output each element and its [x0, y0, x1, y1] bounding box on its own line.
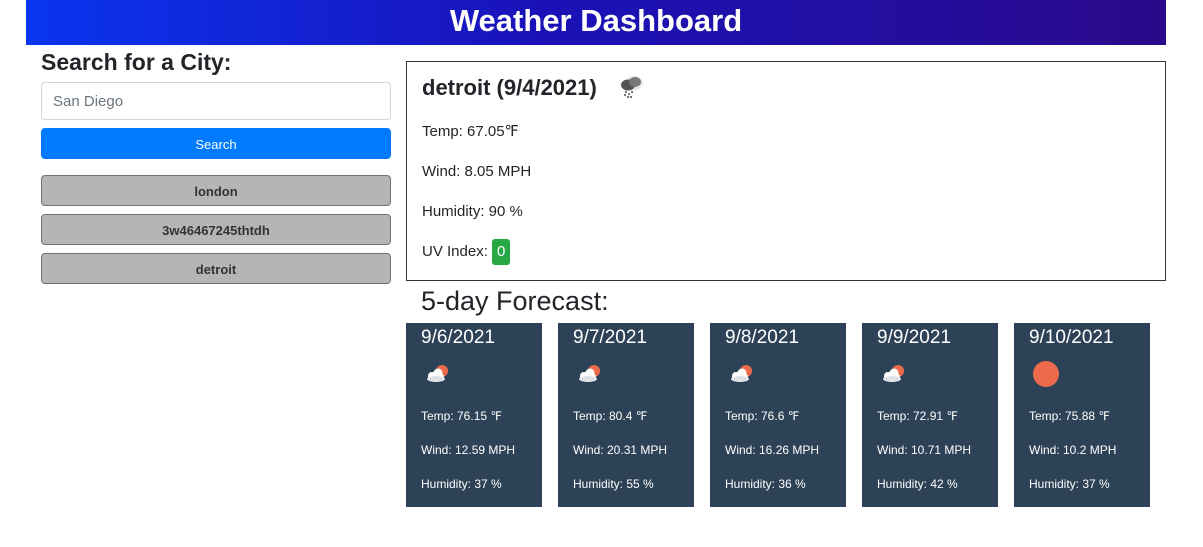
forecast-wind: Wind: 16.26 MPH [725, 443, 820, 457]
partly-cloudy-icon [421, 362, 455, 391]
uv-label: UV Index: [422, 243, 488, 260]
forecast-temp: Temp: 72.91 ℉ [877, 409, 958, 423]
forecast-date: 9/7/2021 [573, 327, 647, 348]
forecast-humidity: Humidity: 36 % [725, 477, 806, 491]
forecast-date: 9/10/2021 [1029, 327, 1114, 348]
forecast-humidity: Humidity: 37 % [1029, 477, 1110, 491]
search-history-list: london 3w46467245thtdh detroit [41, 175, 391, 284]
forecast-temp: Temp: 75.88 ℉ [1029, 409, 1110, 423]
cloud-rain-icon [617, 73, 647, 103]
forecast-wind: Wind: 10.2 MPH [1029, 443, 1117, 457]
current-weather-panel: detroit (9/4/2021) Temp: 67.05℉ Wind: 8.… [406, 61, 1166, 281]
uv-index-badge: 0 [492, 239, 511, 266]
forecast-humidity: Humidity: 37 % [421, 477, 502, 491]
forecast-date: 9/9/2021 [877, 327, 951, 348]
city-search-input[interactable] [41, 82, 391, 120]
forecast-row: 9/6/2021 Temp: 76.15 ℉ Wind: 12.59 MPH H… [406, 323, 1150, 507]
forecast-card: 9/6/2021 Temp: 76.15 ℉ Wind: 12.59 MPH H… [406, 323, 542, 507]
search-sidebar: Search for a City: Search london 3w46467… [41, 47, 391, 292]
forecast-date: 9/8/2021 [725, 327, 799, 348]
sun-icon [1029, 359, 1063, 394]
forecast-heading: 5-day Forecast: [421, 286, 609, 316]
forecast-card: 9/10/2021 Temp: 75.88 ℉ Wind: 10.2 MPH H… [1014, 323, 1150, 507]
history-button-detroit[interactable]: detroit [41, 253, 391, 284]
current-city-title: detroit (9/4/2021) [422, 75, 597, 100]
history-button-3w46467245thtdh[interactable]: 3w46467245thtdh [41, 214, 391, 245]
current-wind: Wind: 8.05 MPH [422, 163, 532, 180]
partly-cloudy-icon [573, 362, 607, 391]
forecast-date: 9/6/2021 [421, 327, 495, 348]
forecast-card: 9/8/2021 Temp: 76.6 ℉ Wind: 16.26 MPH Hu… [710, 323, 846, 507]
forecast-wind: Wind: 12.59 MPH [421, 443, 516, 457]
page-title: Weather Dashboard [449, 3, 743, 38]
search-heading: Search for a City: [41, 49, 232, 75]
search-button[interactable]: Search [41, 128, 391, 159]
forecast-card: 9/7/2021 Temp: 80.4 ℉ Wind: 20.31 MPH Hu… [558, 323, 694, 507]
forecast-wind: Wind: 10.71 MPH [877, 443, 972, 457]
forecast-temp: Temp: 80.4 ℉ [573, 409, 648, 423]
forecast-humidity: Humidity: 42 % [877, 477, 958, 491]
forecast-temp: Temp: 76.15 ℉ [421, 409, 502, 423]
partly-cloudy-icon [877, 362, 911, 391]
current-title-row: detroit (9/4/2021) [422, 64, 1150, 112]
current-temp: Temp: 67.05℉ [422, 123, 519, 140]
forecast-wind: Wind: 20.31 MPH [573, 443, 668, 457]
history-button-london[interactable]: london [41, 175, 391, 206]
partly-cloudy-icon [725, 362, 759, 391]
forecast-temp: Temp: 76.6 ℉ [725, 409, 800, 423]
current-humidity: Humidity: 90 % [422, 203, 523, 220]
page-header: Weather Dashboard [26, 0, 1166, 45]
forecast-humidity: Humidity: 55 % [573, 477, 654, 491]
current-uv-row: UV Index: 0 [422, 232, 1150, 272]
forecast-card: 9/9/2021 Temp: 72.91 ℉ Wind: 10.71 MPH H… [862, 323, 998, 507]
